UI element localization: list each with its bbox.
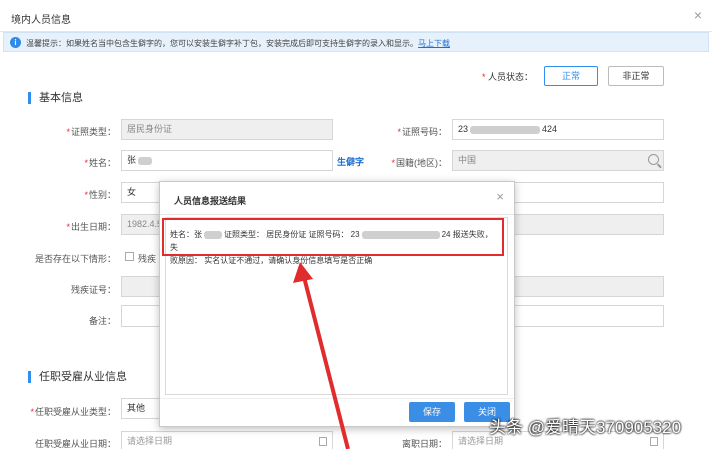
situation-label: 是否存在以下情形： [34,254,116,264]
employment-date-field[interactable]: 请选择日期 [121,431,333,449]
dialog-divider [160,214,514,215]
dialog-close-icon[interactable]: × [496,189,504,204]
status-abnormal-button[interactable]: 非正常 [608,66,664,86]
redacted-blur [470,125,541,134]
name-value: 张 [127,155,137,165]
id-number-label-text: 证照号码： [401,127,447,137]
nationality-label: *国籍(地区)： [391,158,447,168]
status-label-text: 人员状态： [488,72,534,82]
status-label: * 人员状态： [482,72,534,82]
birth-label: *出生日期： [66,222,116,232]
download-link[interactable]: 马上下载 [418,39,450,48]
id-type-label: *证照类型： [66,127,116,137]
gender-label-text: 性别： [88,190,116,200]
disability-checkbox[interactable] [125,252,134,261]
highlight-box [162,218,504,256]
id-type-label-text: 证照类型： [70,127,116,137]
remark-label: 备注： [88,316,116,326]
employment-type-label: *任职受雇从业类型： [30,407,116,417]
watermark: 头条 @爱晴天370905320 [489,418,682,437]
dialog-title: 人员信息报送结果 [174,196,247,206]
dialog-footer-divider [160,398,514,399]
redacted-blur [138,156,153,165]
id-number-label: *证照号码： [397,127,447,137]
gender-label: *性别： [84,190,116,200]
id-type-field: 居民身份证 [121,119,333,140]
calendar-icon[interactable] [319,437,327,446]
employment-date-label: 任职受雇从业日期： [34,439,116,449]
id-number-suffix: 424 [542,124,558,134]
status-normal-button[interactable]: 正常 [544,66,598,86]
save-button[interactable]: 保存 [409,402,455,422]
id-number-prefix: 23 [458,124,469,134]
close-icon[interactable]: × [694,7,702,23]
nationality-label-text: 国籍(地区)： [396,158,447,168]
disability-number-label: 残疾证号： [70,285,116,295]
notice-bar: i 温馨提示：如果姓名当中包含生僻字的，您可以安装生僻字补丁包，安装完成后即可支… [3,32,709,52]
search-icon[interactable] [648,154,659,165]
name-label: *姓名： [84,158,116,168]
name-field[interactable]: 张 [121,150,333,171]
birth-label-text: 出生日期： [70,222,116,232]
rare-char-link[interactable]: 生僻字 [337,155,364,168]
window-titlebar: 境内人员信息 × [0,0,712,32]
leave-date-label: 离职日期： [401,439,447,449]
notice-message: 温馨提示：如果姓名当中包含生僻字的，您可以安装生僻字补丁包，安装完成后即可支持生… [26,39,418,48]
nationality-value: 中国 [458,155,477,165]
nationality-field[interactable]: 中国 [452,150,664,171]
disability-option-label: 残疾 [138,254,157,264]
section-basic-info: 基本信息 [28,92,83,104]
id-number-field[interactable]: 23 424 [452,119,664,140]
message-reason: 败原因： 实名认证不通过，请确认身份信息填写是否正确 [170,256,373,265]
window-title: 境内人员信息 [11,15,71,26]
section-employment-info: 任职受雇从业信息 [28,371,127,383]
calendar-icon[interactable] [650,437,658,446]
info-icon: i [10,37,21,48]
employment-date-placeholder: 请选择日期 [127,436,173,446]
notice-text: 温馨提示：如果姓名当中包含生僻字的，您可以安装生僻字补丁包，安装完成后即可支持生… [26,38,450,49]
employment-type-label-text: 任职受雇从业类型： [34,407,116,417]
name-label-text: 姓名： [88,158,116,168]
